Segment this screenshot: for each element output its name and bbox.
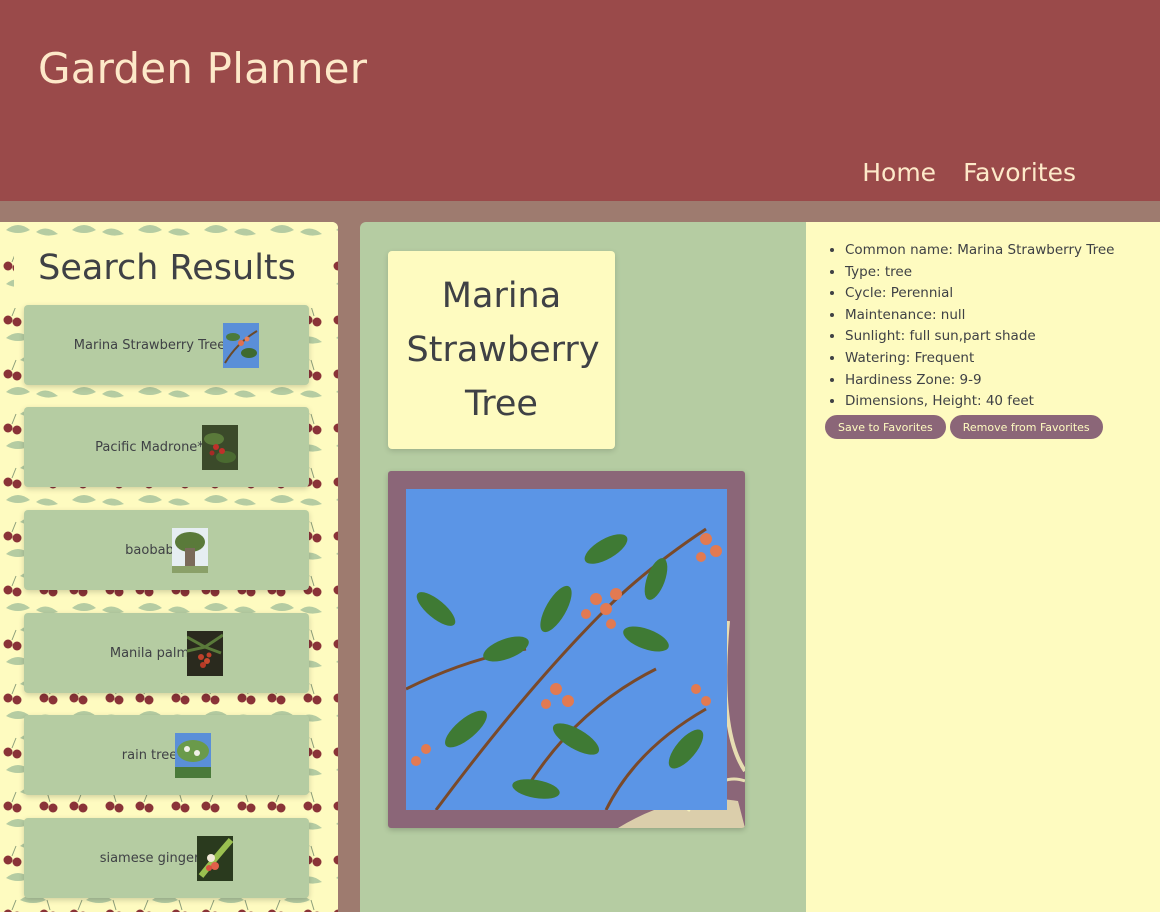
- plant-thumbnail: [197, 835, 234, 881]
- detail-common-name: Common name: Marina Strawberry Tree: [845, 240, 1160, 262]
- plant-title-card: Marina Strawberry Tree: [388, 251, 615, 449]
- search-result-card[interactable]: Manila palm: [24, 613, 309, 693]
- detail-sunlight: Sunlight: full sun,part shade: [845, 326, 1160, 348]
- plant-detail-panel: Marina Strawberry Tree: [360, 222, 806, 912]
- plant-thumbnail: [201, 424, 238, 470]
- nav-favorites-link[interactable]: Favorites: [963, 158, 1076, 187]
- search-result-card[interactable]: Marina Strawberry Tree: [24, 305, 309, 385]
- plant-title: Marina Strawberry Tree: [406, 276, 600, 424]
- detail-watering: Watering: Frequent: [845, 348, 1160, 370]
- detail-maintenance: Maintenance: null: [845, 305, 1160, 327]
- save-to-favorites-button[interactable]: Save to Favorites: [824, 414, 947, 440]
- search-result-label: Manila palm: [109, 645, 190, 661]
- search-result-label: Marina Strawberry Tree: [73, 337, 226, 353]
- search-result-label: siamese ginger: [99, 850, 200, 866]
- search-result-card[interactable]: siamese ginger: [24, 818, 309, 898]
- plant-thumbnail: [175, 732, 212, 778]
- nav-home-link[interactable]: Home: [862, 158, 936, 187]
- plant-thumbnail: [171, 527, 208, 573]
- detail-cycle: Cycle: Perennial: [845, 283, 1160, 305]
- plant-photo: [406, 489, 727, 810]
- search-results-title: Search Results: [38, 248, 296, 288]
- plant-thumbnail: [223, 322, 260, 368]
- search-result-label: Pacific Madrone*: [95, 439, 204, 455]
- search-result-label: baobab: [125, 542, 174, 558]
- search-result-label: rain tree: [121, 747, 178, 763]
- search-result-card[interactable]: baobab: [24, 510, 309, 590]
- remove-from-favorites-button[interactable]: Remove from Favorites: [948, 414, 1104, 440]
- plant-details-list: Common name: Marina Strawberry Tree Type…: [806, 222, 1160, 413]
- app-title: Garden Planner: [38, 44, 368, 93]
- detail-hardiness-zone: Hardiness Zone: 9-9: [845, 370, 1160, 392]
- detail-type: Type: tree: [845, 262, 1160, 284]
- app-header: Garden Planner Home Favorites: [0, 0, 1160, 201]
- search-result-card[interactable]: Pacific Madrone*: [24, 407, 309, 487]
- detail-dimensions: Dimensions, Height: 40 feet: [845, 391, 1160, 413]
- favorites-actions: Save to Favorites Remove from Favorites: [824, 414, 1104, 440]
- plant-thumbnail: [187, 630, 224, 676]
- plant-photo-frame: [388, 471, 745, 828]
- search-result-card[interactable]: rain tree: [24, 715, 309, 795]
- search-results-panel: Search Results Marina Strawberry Tree Pa…: [0, 222, 338, 912]
- main-nav: Home Favorites: [862, 158, 1076, 187]
- plant-info-panel: Common name: Marina Strawberry Tree Type…: [806, 222, 1160, 912]
